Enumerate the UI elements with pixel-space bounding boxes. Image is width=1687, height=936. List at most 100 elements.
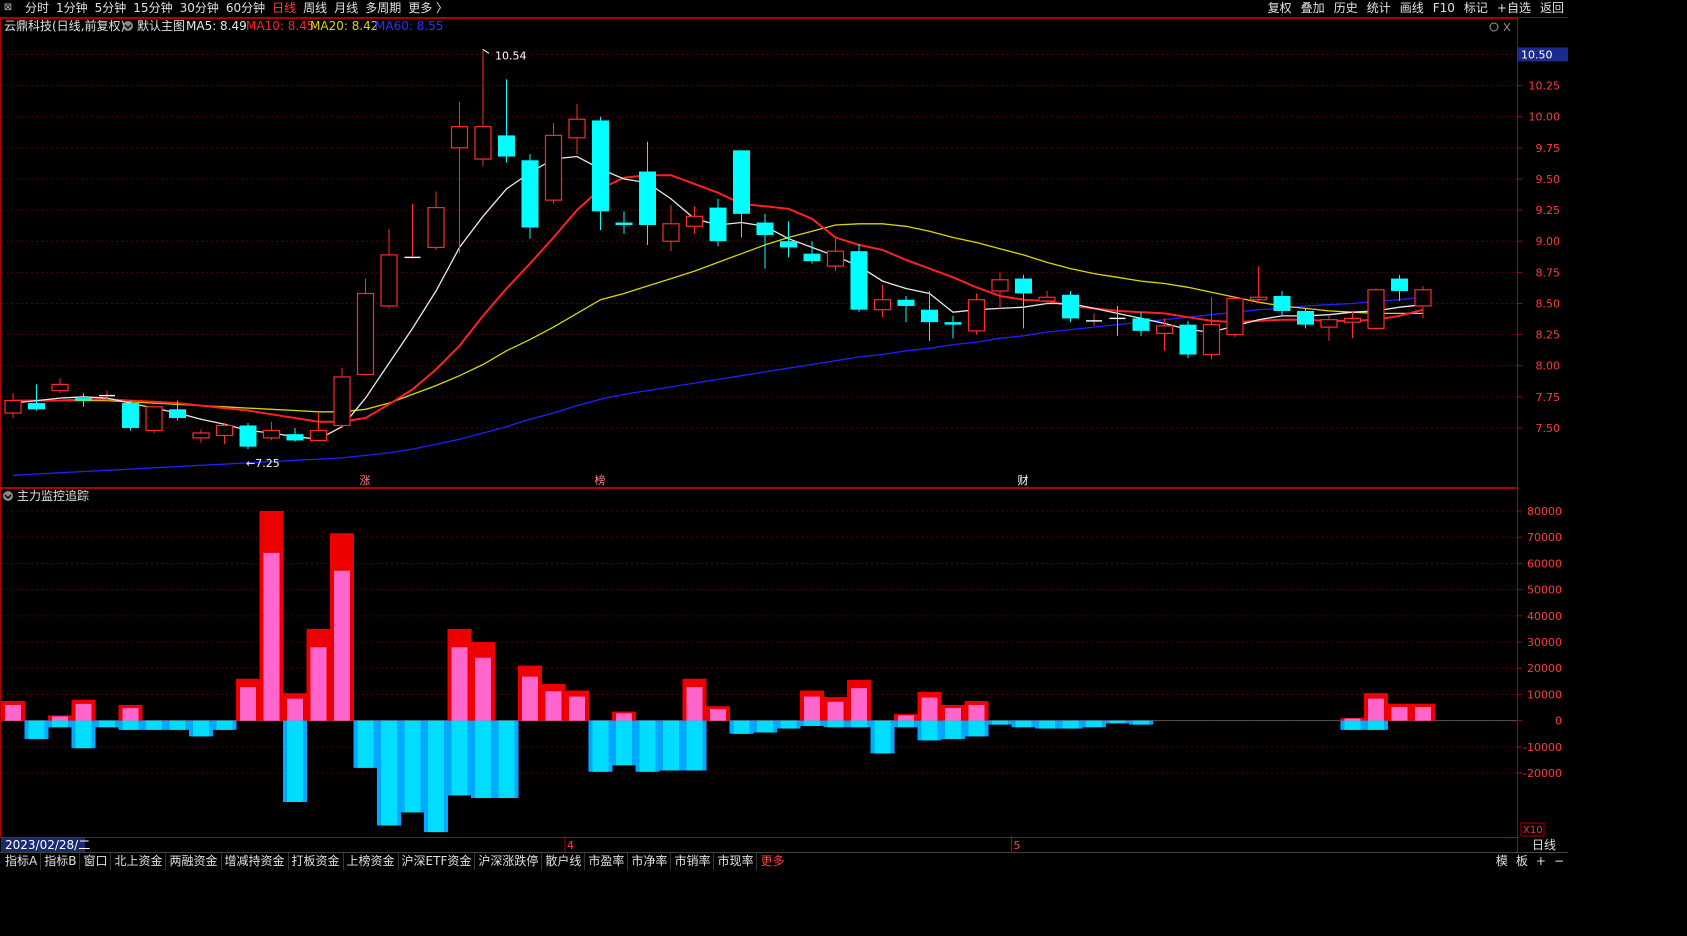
outflow-bar — [1011, 720, 1036, 728]
indicator-tab-5[interactable]: 增减持资金 — [222, 853, 289, 870]
outflow-bar — [118, 720, 143, 730]
control-button-2[interactable]: + — [1536, 854, 1546, 868]
outflow-bar-inner — [99, 720, 115, 728]
indicator-tab-15[interactable]: 更多 — [757, 853, 787, 870]
outflow-bar-inner — [475, 720, 491, 798]
control-button-0[interactable]: 模 — [1496, 854, 1508, 868]
outflow-bar-inner — [169, 720, 186, 730]
tool-button-5[interactable]: F10 — [1433, 1, 1455, 15]
indicator-tab-10[interactable]: 散户线 — [542, 853, 586, 870]
outflow-bar-inner — [146, 720, 162, 730]
candle — [991, 272, 1009, 310]
period-tab-10[interactable]: 更多 〉 — [408, 1, 448, 15]
outflow-bar-inner — [639, 720, 656, 772]
outflow-bar-inner — [1109, 720, 1126, 724]
top-toolbar: ⊠ 分时 1分钟 5分钟 15分钟 30分钟 60分钟 日线 周线 月线 多周期 更多 〉 复权 叠加… — [0, 0, 1568, 18]
window-menu-icon[interactable]: ⊠ — [0, 1, 16, 15]
candle-body-up — [662, 223, 680, 242]
period-tab-7[interactable]: 周线 — [303, 1, 327, 15]
period-tab-1[interactable]: 1分钟 — [56, 1, 88, 15]
candle-body-up — [544, 134, 563, 201]
outflow-bar — [471, 720, 495, 798]
inflow-bar — [682, 678, 707, 721]
close-icon[interactable] — [1503, 22, 1511, 32]
main-chart-toggle-icon[interactable] — [123, 21, 133, 31]
period-tab-4[interactable]: 30分钟 — [180, 1, 219, 15]
indicator-tab-13[interactable]: 市销率 — [671, 853, 715, 870]
inflow-bar — [518, 665, 542, 721]
outflow-bar-inner — [75, 720, 92, 749]
candle-body-down — [803, 253, 821, 262]
inflow-bar-inner — [1368, 698, 1384, 721]
period-tab-6[interactable]: 日线 — [272, 1, 296, 15]
outflow-bar — [24, 720, 49, 740]
grid-layer — [1, 53, 1517, 774]
indicator-tab-14[interactable]: 市现率 — [714, 853, 758, 870]
price-axis: 7.50 7.75 8.00 8.25 8.50 8.75 9.00 9.25 9.50 9.75… — [1517, 47, 1568, 435]
price-tick-label: 8.00 — [1536, 360, 1561, 373]
inflow-bar-inner — [240, 687, 256, 721]
indicator-title: 主力监控追踪 — [17, 488, 89, 503]
indicator-tab-7[interactable]: 上榜资金 — [344, 853, 399, 870]
tool-button-2[interactable]: 历史 — [1334, 1, 1358, 15]
settings-icon[interactable] — [1489, 22, 1499, 32]
period-tab-3[interactable]: 15分钟 — [133, 1, 172, 15]
period-tab-8[interactable]: 月线 — [334, 1, 358, 15]
tool-button-7[interactable]: +自选 — [1497, 1, 1531, 15]
indicator-tab-2[interactable]: 窗口 — [80, 853, 112, 870]
inflow-bar-inner — [851, 688, 867, 721]
tool-button-6[interactable]: 标记 — [1464, 1, 1488, 15]
candle-body-down — [592, 120, 609, 212]
inflow-bar-inner — [52, 716, 68, 721]
price-tick-label: 7.50 — [1536, 422, 1561, 435]
indicator-toggle-icon[interactable] — [3, 491, 13, 501]
outflow-bar-inner — [874, 720, 891, 754]
period-tab-9[interactable]: 多周期 — [365, 1, 401, 15]
inflow-bar — [1387, 703, 1412, 721]
outflow-bar-inner — [992, 720, 1008, 725]
indicator-tab-8[interactable]: 沪深ETF资金 — [399, 853, 476, 870]
tool-button-3[interactable]: 统计 — [1367, 1, 1391, 15]
period-tab-2[interactable]: 5分钟 — [95, 1, 127, 15]
indicator-tab-9[interactable]: 沪深涨跌停 — [475, 853, 543, 870]
indicator-tab-4[interactable]: 两融资金 — [166, 853, 222, 870]
outflow-bar — [95, 720, 119, 728]
tool-button-8[interactable]: 返回 — [1540, 1, 1564, 15]
tool-button-1[interactable]: 叠加 — [1301, 1, 1325, 15]
indicator-tab-6[interactable]: 打板资金 — [289, 853, 344, 870]
candle-body-up — [1249, 296, 1268, 301]
outflow-bar — [682, 720, 707, 771]
outflow-bar — [1035, 720, 1059, 729]
indicator-tab-12[interactable]: 市净率 — [628, 853, 672, 870]
control-button-1[interactable]: 板 — [1516, 854, 1528, 868]
candle — [544, 122, 563, 204]
indicator-tab-11[interactable]: 市盈率 — [585, 853, 629, 870]
tool-button-0[interactable]: 复权 — [1268, 1, 1292, 15]
period-tab-0[interactable]: 分时 — [25, 1, 49, 15]
low-label: ←7.25 — [246, 457, 280, 470]
tool-button-4[interactable]: 画线 — [1400, 1, 1424, 15]
candle-body-up — [474, 126, 492, 160]
indicator-tab-1[interactable]: 指标B — [41, 853, 81, 870]
inflow-bar — [306, 628, 331, 721]
candle-body-up — [568, 118, 586, 139]
outflow-bar-inner — [451, 720, 468, 796]
inflow-bar-inner — [75, 703, 92, 721]
inflow-bar-inner — [451, 647, 468, 721]
candle-body-up — [145, 406, 163, 432]
period-tab-5[interactable]: 60分钟 — [226, 1, 265, 15]
candle — [615, 211, 633, 234]
outflow-bar-inner — [592, 720, 609, 772]
outflow-bar — [753, 720, 777, 733]
candle-body-up — [967, 299, 986, 332]
indicator-tab-3[interactable]: 北上资金 — [111, 853, 167, 870]
candle-body-down — [122, 403, 139, 428]
event-mark: 榜 — [595, 473, 606, 487]
control-button-3[interactable]: − — [1554, 854, 1564, 868]
outflow-bar — [1340, 720, 1365, 730]
indicator-tab-0[interactable]: 指标A — [2, 853, 42, 870]
inflow-bar-inner — [898, 715, 914, 721]
candle — [28, 384, 45, 411]
inflow-bar-inner — [827, 701, 844, 721]
candle-body-down — [615, 222, 633, 226]
